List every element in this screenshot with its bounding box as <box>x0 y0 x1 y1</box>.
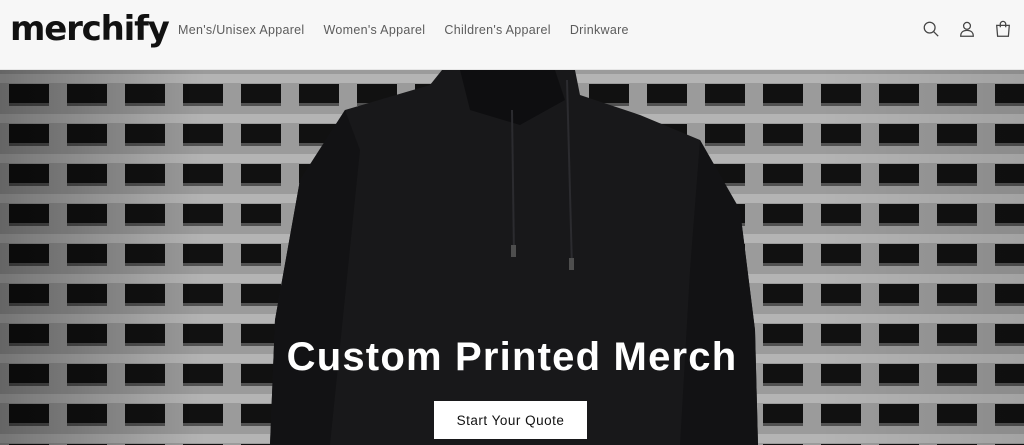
account-icon[interactable] <box>957 19 977 39</box>
main-nav: Men's/Unisex Apparel Women's Apparel Chi… <box>178 22 629 38</box>
hero-overlay <box>0 70 1024 445</box>
site-header: merchify Men's/Unisex Apparel Women's Ap… <box>0 0 1024 70</box>
header-icons <box>921 19 1013 39</box>
nav-item-mens-unisex-apparel[interactable]: Men's/Unisex Apparel <box>178 22 305 38</box>
cart-icon[interactable] <box>993 19 1013 39</box>
search-icon[interactable] <box>921 19 941 39</box>
hero-title: Custom Printed Merch <box>286 335 738 379</box>
hero-banner: Custom Printed Merch Start Your Quote <box>0 70 1024 445</box>
nav-item-childrens-apparel[interactable]: Children's Apparel <box>444 22 550 38</box>
nav-item-drinkware[interactable]: Drinkware <box>570 22 629 38</box>
start-quote-button[interactable]: Start Your Quote <box>434 401 587 439</box>
nav-item-womens-apparel[interactable]: Women's Apparel <box>324 22 426 38</box>
brand-logo[interactable]: merchify <box>10 9 170 49</box>
